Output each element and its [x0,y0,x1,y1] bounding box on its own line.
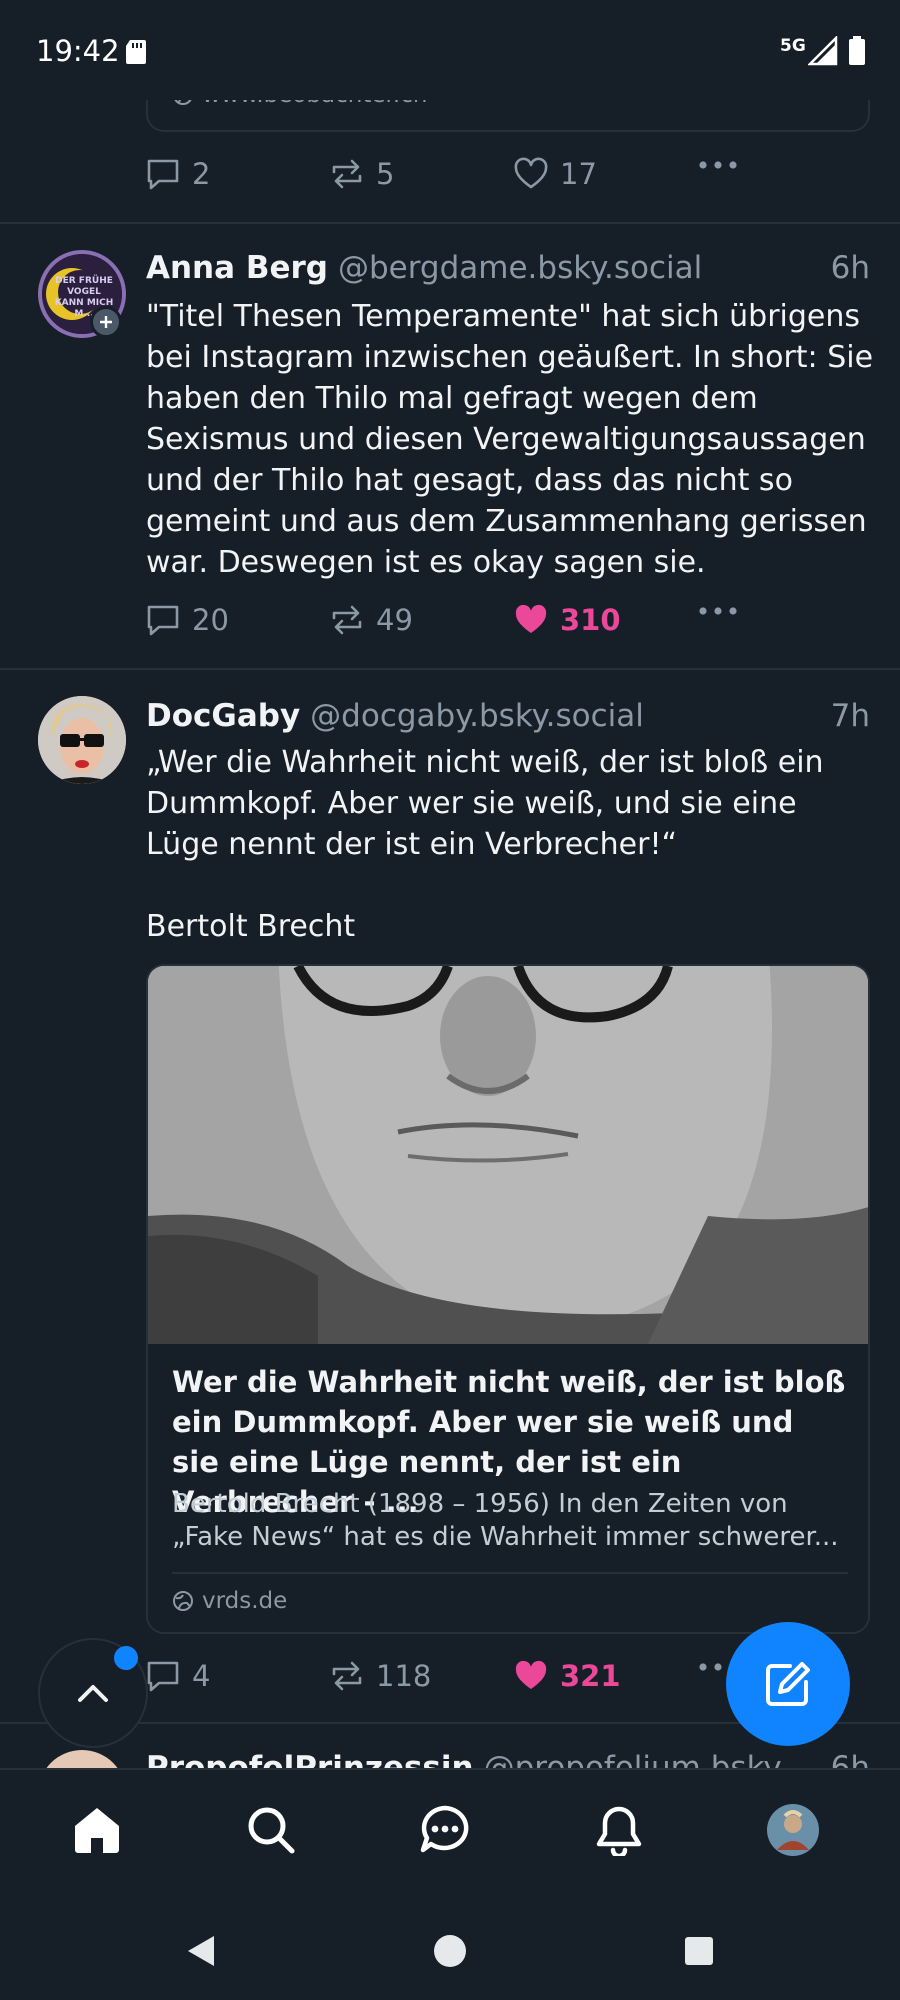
globe-icon [173,1591,193,1611]
compose-icon [766,1662,810,1706]
embed-domain: vrds.de [172,1588,287,1614]
heart-filled-icon [515,604,547,633]
status-bar: 19:42 5G [0,0,900,100]
repost-button[interactable]: 49 [330,603,413,637]
avatar-docgaby[interactable] [38,696,126,784]
divider [0,668,900,670]
reply-button[interactable]: 2 [146,157,210,191]
like-count: 17 [560,157,597,191]
reply-count: 2 [192,157,211,191]
chat-tab[interactable] [415,1800,475,1860]
author-handle[interactable]: @bergdame.bsky.social [338,250,817,286]
chat-icon [420,1805,469,1853]
avatar-propofolprinzessin[interactable] [38,1750,126,1770]
reply-icon [147,1661,179,1692]
repost-count: 49 [376,603,413,637]
new-posts-indicator [114,1646,138,1670]
post-time: 6h [830,250,870,286]
link-card-vrds[interactable]: Wer die Wahrheit nicht weiß, der ist blo… [146,964,870,1634]
heart-filled-icon [515,1660,547,1689]
profile-avatar-icon [767,1804,819,1856]
follow-plus-button[interactable] [90,306,122,338]
repost-count: 5 [376,157,395,191]
divider [0,222,900,224]
like-button[interactable]: 310 [514,603,621,637]
author-name[interactable]: DocGaby [146,698,300,734]
bottom-tab-bar [0,1768,900,1900]
compose-button[interactable] [726,1622,850,1746]
post-header: DocGaby @docgaby.bsky.social 7h [146,698,870,734]
avatar-image [38,696,126,784]
post-header: Anna Berg @bergdame.bsky.social 6h [146,250,870,286]
repost-icon [332,1661,362,1691]
more-icon [699,607,737,615]
heart-outline-icon [514,157,548,189]
post-header: PropofolPrinzessin @propofolium.bsky.so.… [146,1750,870,1770]
author-handle[interactable]: @docgaby.bsky.social [310,698,816,734]
sd-card-icon [126,40,146,64]
more-options-button[interactable] [698,606,738,616]
reply-count: 4 [192,1659,211,1693]
back-icon[interactable] [184,1934,218,1968]
like-button[interactable]: 17 [514,157,597,191]
like-count: 321 [560,1659,621,1693]
more-icon [699,161,737,169]
network-type: 5G [780,36,806,56]
profile-tab[interactable] [763,1800,823,1860]
author-name[interactable]: Anna Berg [146,250,328,286]
like-button[interactable]: 321 [514,1659,621,1693]
repost-count: 118 [376,1659,432,1693]
portrait-photo [148,966,868,1344]
home-circle-icon[interactable] [433,1934,467,1968]
reply-icon [147,159,179,190]
recents-icon[interactable] [684,1936,714,1966]
bell-icon [596,1806,642,1856]
embed-domain-text: vrds.de [202,1588,288,1614]
search-icon [248,1807,295,1854]
home-tab[interactable] [67,1800,127,1860]
repost-button[interactable]: 5 [330,157,394,191]
embed-divider [172,1572,848,1574]
repost-icon [332,605,362,635]
reply-button[interactable]: 4 [146,1659,210,1693]
like-count: 310 [560,603,621,637]
plus-icon [100,316,112,328]
post-time: 6h [830,1750,870,1770]
post-text: "Titel Thesen Temperamente" hat sich übr… [146,299,883,580]
embed-image [148,966,868,1344]
repost-button[interactable]: 118 [330,1659,431,1693]
post-time: 7h [830,698,870,734]
more-options-button[interactable] [698,160,738,170]
search-tab[interactable] [241,1800,301,1860]
home-icon [75,1808,119,1853]
reply-button[interactable]: 20 [146,603,229,637]
author-handle[interactable]: @propofolium.bsky.so... [484,1750,817,1770]
post-text: „Wer die Wahrheit nicht weiß, der ist bl… [146,745,824,944]
status-time: 19:42 [36,34,120,68]
embed-description: Bertold Brecht (1898 – 1956) In den Zeit… [172,1489,839,1552]
system-navigation-bar [0,1900,900,2000]
repost-icon [332,159,362,189]
reply-icon [147,605,179,636]
notifications-tab[interactable] [589,1800,649,1860]
chevron-up-icon [78,1685,108,1702]
reply-count: 20 [192,603,229,637]
battery-icon [849,36,865,65]
author-name[interactable]: PropofolPrinzessin [146,1750,474,1770]
signal-icon [808,36,838,66]
